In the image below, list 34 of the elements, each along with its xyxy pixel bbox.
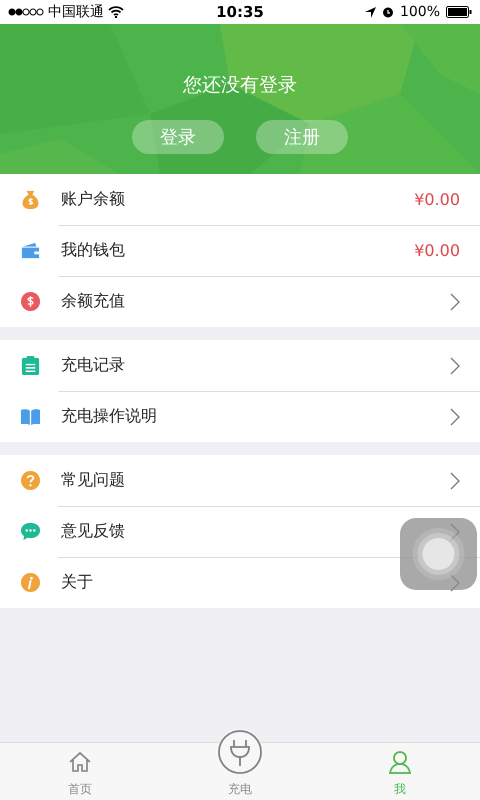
login-prompt: 您还没有登录 <box>183 73 297 98</box>
alarm-clock-icon <box>382 6 394 18</box>
menu-item[interactable]: 关于 <box>61 572 93 593</box>
chevron-right-icon <box>450 356 460 374</box>
wallet-icon <box>20 240 41 261</box>
coin-icon <box>20 291 41 312</box>
assistive-touch-button[interactable] <box>400 518 477 590</box>
battery-icon <box>446 6 472 18</box>
chat-bubble-icon <box>20 521 41 542</box>
menu-item[interactable]: 常见问题 <box>61 470 125 491</box>
menu-item[interactable]: 账户余额 <box>61 189 125 210</box>
home-icon <box>67 749 93 775</box>
wifi-icon <box>108 6 124 18</box>
clipboard-icon <box>20 355 41 376</box>
location-arrow-icon <box>364 6 376 18</box>
amount: ¥0.00 <box>414 190 460 209</box>
chevron-right-icon <box>450 292 460 310</box>
chevron-right-icon <box>450 472 460 490</box>
clock: 10:35 <box>216 3 264 21</box>
carrier-name: 中国联通 <box>48 3 104 21</box>
menu-item[interactable]: 充电记录 <box>61 355 125 376</box>
book-icon <box>20 406 41 427</box>
info-icon <box>20 572 41 593</box>
money-bag-icon <box>20 189 41 210</box>
menu-item[interactable]: 余额充值 <box>61 291 125 312</box>
help-icon <box>20 470 41 491</box>
battery-percentage: 100% <box>400 4 440 20</box>
menu-item[interactable]: 我的钱包 <box>61 240 125 261</box>
menu-item[interactable]: 充电操作说明 <box>61 406 157 427</box>
amount: ¥0.00 <box>414 241 460 260</box>
menu-item[interactable]: 意见反馈 <box>61 521 125 542</box>
person-icon <box>387 749 413 775</box>
chevron-right-icon <box>450 408 460 426</box>
signal-icon <box>8 8 44 16</box>
